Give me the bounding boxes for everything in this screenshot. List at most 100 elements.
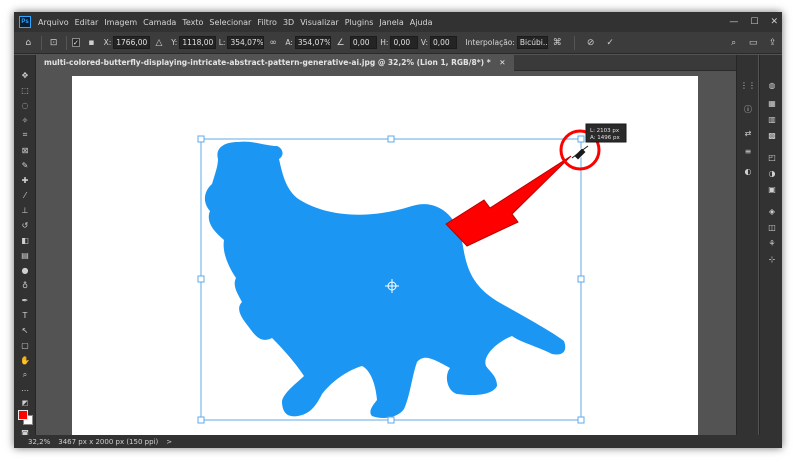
menu-selecionar[interactable]: Selecionar <box>206 18 254 27</box>
libraries-icon[interactable]: ◰ <box>765 151 779 163</box>
styles-icon[interactable]: ▣ <box>765 183 779 195</box>
canvas-artwork: L: 2103 px A: 1496 px <box>197 123 627 424</box>
transform-tool-icon[interactable]: ⊡ <box>47 36 60 50</box>
default-colors-icon[interactable]: ◩ <box>17 397 33 409</box>
document-tab[interactable]: multi-colored-butterfly-displaying-intri… <box>36 55 514 71</box>
menu-filtro[interactable]: Filtro <box>254 18 280 27</box>
handle-top-right[interactable] <box>577 135 585 143</box>
handle-middle-right[interactable] <box>577 275 585 283</box>
width-percent-field[interactable]: 354,07% <box>227 36 264 49</box>
handle-bottom-left[interactable] <box>197 416 205 424</box>
dodge-tool-icon[interactable]: ♁ <box>17 279 33 291</box>
adjust-icon[interactable]: ≡ <box>741 145 755 157</box>
layers-icon[interactable]: ◈ <box>765 205 779 217</box>
handle-bottom-center[interactable] <box>387 416 395 424</box>
hand-tool-icon[interactable]: ✋ <box>17 354 33 366</box>
menu-plugins[interactable]: Plugins <box>342 18 377 27</box>
menu-texto[interactable]: Texto <box>179 18 206 27</box>
menu-bar: Ps Arquivo Editar Imagem Camada Texto Se… <box>14 12 782 32</box>
interpolation-select[interactable]: Bicúbi... <box>516 36 548 49</box>
zoom-tool-icon[interactable]: ⌕ <box>17 369 33 381</box>
x-position-field[interactable]: 1766,00 p <box>113 36 150 49</box>
lion-silhouette[interactable] <box>204 141 566 418</box>
document-tab-bar: multi-colored-butterfly-displaying-intri… <box>36 55 746 71</box>
cancel-transform-icon[interactable]: ⊘ <box>584 36 597 50</box>
gradients-icon[interactable]: ▥ <box>765 113 779 125</box>
rotate-field[interactable]: 0,00 <box>349 36 378 49</box>
healing-brush-tool-icon[interactable]: ✚ <box>17 174 33 186</box>
status-menu-arrow[interactable]: > <box>166 438 172 446</box>
menu-3d[interactable]: 3D <box>280 18 297 27</box>
close-button[interactable]: ✕ <box>770 17 778 27</box>
history-brush-tool-icon[interactable]: ↺ <box>17 219 33 231</box>
handle-top-left[interactable] <box>197 135 205 143</box>
search-icon[interactable]: ⌕ <box>727 36 740 50</box>
patterns-icon[interactable]: ▩ <box>765 129 779 141</box>
3d-icon[interactable]: ⊹ <box>765 253 779 265</box>
zoom-level[interactable]: 32,2% <box>28 438 50 446</box>
clone-stamp-tool-icon[interactable]: ⊥ <box>17 204 33 216</box>
minimize-button[interactable]: — <box>729 17 738 27</box>
properties-icon[interactable]: ⋮⋮ <box>740 79 756 91</box>
workspace-icon[interactable]: ▭ <box>747 36 760 50</box>
type-tool-icon[interactable]: T <box>17 309 33 321</box>
color-icon[interactable]: ◍ <box>765 79 779 91</box>
window-controls: — ☐ ✕ <box>729 12 778 32</box>
handle-middle-left[interactable] <box>197 275 205 283</box>
maximize-button[interactable]: ☐ <box>750 17 758 27</box>
channels-icon[interactable]: ◫ <box>765 221 779 233</box>
collapsed-panel-strip-2: ◍ ▦ ▥ ▩ ◰ ◑ ▣ ◈ ◫ ⚘ ⊹ <box>759 55 782 435</box>
move-tool-icon[interactable]: ✥ <box>17 69 33 81</box>
link-aspect-icon[interactable]: ∞ <box>267 36 280 50</box>
adjustments-icon[interactable]: ◑ <box>765 167 779 179</box>
menu-camada[interactable]: Camada <box>140 18 179 27</box>
menu-imagem[interactable]: Imagem <box>101 18 140 27</box>
height-percent-field[interactable]: 354,07% <box>294 36 332 49</box>
document-info[interactable]: 3467 px x 2000 px (150 ppi) <box>58 438 158 446</box>
swatches-icon[interactable]: ▦ <box>765 97 779 109</box>
menu-arquivo[interactable]: Arquivo <box>35 18 72 27</box>
vertical-skew-field[interactable]: 0,00 <box>429 36 458 49</box>
blur-tool-icon[interactable]: ● <box>17 264 33 276</box>
pen-tool-icon[interactable]: ✒ <box>17 294 33 306</box>
commit-transform-icon[interactable]: ✓ <box>604 36 617 50</box>
eyedropper-tool-icon[interactable]: ✎ <box>17 159 33 171</box>
tooltip-width: L: 2103 px <box>590 128 620 134</box>
close-tab-icon[interactable]: ✕ <box>499 58 505 67</box>
y-label: Y: <box>171 38 178 47</box>
document-canvas[interactable]: L: 2103 px A: 1496 px <box>72 76 698 436</box>
lasso-tool-icon[interactable]: ◌ <box>17 99 33 111</box>
y-position-field[interactable]: 1118,00 p <box>179 36 216 49</box>
path-selection-tool-icon[interactable]: ↖ <box>17 324 33 336</box>
share-icon[interactable]: ⇪ <box>766 36 779 50</box>
divider <box>40 35 42 50</box>
more-tools-icon[interactable]: ⋯ <box>17 384 33 396</box>
menu-editar[interactable]: Editar <box>72 18 102 27</box>
actions-icon[interactable]: ◐ <box>741 165 755 177</box>
handle-top-center[interactable] <box>387 135 395 143</box>
menu-visualizar[interactable]: Visualizar <box>297 18 342 27</box>
annotation-arrow <box>445 155 572 247</box>
menu-ajuda[interactable]: Ajuda <box>407 18 436 27</box>
menu-janela[interactable]: Janela <box>376 18 406 27</box>
gradient-tool-icon[interactable]: ▤ <box>17 249 33 261</box>
tools-panel: ✥ ⬚ ◌ ✧ ⌗ ⊠ ✎ ✚ ⁄ ⊥ ↺ ◧ ▤ ● ♁ ✒ T ↖ ▢ ✋ … <box>14 55 36 438</box>
info-icon[interactable]: ⓘ <box>741 103 755 115</box>
home-icon[interactable]: ⌂ <box>22 36 35 50</box>
history-icon[interactable]: ⇄ <box>741 127 755 139</box>
crop-tool-icon[interactable]: ⌗ <box>17 129 33 141</box>
handle-bottom-right[interactable] <box>577 416 585 424</box>
foreground-color-swatch[interactable] <box>18 410 28 420</box>
eraser-tool-icon[interactable]: ◧ <box>17 234 33 246</box>
relative-position-icon[interactable]: △ <box>153 36 166 50</box>
horizontal-skew-field[interactable]: 0,00 <box>390 36 418 49</box>
paths-icon[interactable]: ⚘ <box>765 237 779 249</box>
reference-point-grid-icon[interactable]: ▪ <box>85 36 98 50</box>
shape-tool-icon[interactable]: ▢ <box>17 339 33 351</box>
brush-tool-icon[interactable]: ⁄ <box>17 189 33 201</box>
warp-icon[interactable]: ⌘ <box>551 36 564 50</box>
reference-point-checkbox[interactable]: ✓ <box>71 38 81 47</box>
marquee-tool-icon[interactable]: ⬚ <box>17 84 33 96</box>
magic-wand-tool-icon[interactable]: ✧ <box>17 114 33 126</box>
frame-tool-icon[interactable]: ⊠ <box>17 144 33 156</box>
